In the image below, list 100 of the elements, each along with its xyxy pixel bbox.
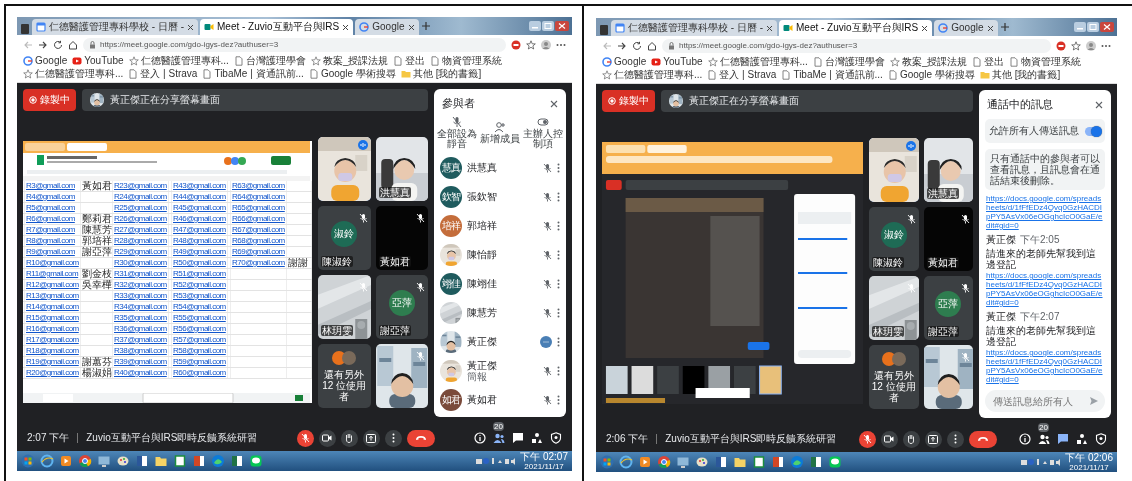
present-button[interactable] [924, 430, 942, 448]
window-controls-icon[interactable] [529, 20, 569, 32]
bookmark[interactable]: 物資管理系統 [430, 55, 503, 67]
camera-button[interactable] [880, 430, 898, 448]
monitor-icon[interactable] [97, 454, 111, 468]
side-panel-button[interactable] [512, 432, 524, 444]
close-icon[interactable] [407, 23, 415, 31]
bookmark[interactable]: YouTube [651, 56, 703, 68]
mic-button[interactable] [296, 429, 314, 447]
bookmark[interactable]: 仁德醫護管理專科... [23, 68, 124, 80]
paint-palette-icon[interactable] [695, 455, 709, 469]
more-icon[interactable] [556, 42, 566, 47]
new-tab-icon[interactable] [999, 21, 1010, 33]
more-icon[interactable] [557, 394, 560, 405]
side-panel-button[interactable] [1019, 433, 1031, 445]
raise-hand-button[interactable] [902, 430, 920, 448]
bookmark[interactable]: 登入 | Strava [128, 68, 198, 80]
close-icon[interactable] [921, 24, 929, 32]
bookmark[interactable]: TibaMe | 資通訊前... [781, 69, 883, 81]
side-panel-button[interactable] [1095, 433, 1107, 445]
browser-tab[interactable]: Meet - Zuvio互動平台與IRS [200, 19, 354, 35]
action-button[interactable]: 新增成員 [479, 121, 521, 144]
bookmark[interactable]: 登出 [972, 56, 1005, 68]
home-icon[interactable] [68, 39, 78, 50]
more-icon[interactable] [557, 220, 560, 231]
more-icon[interactable] [557, 191, 560, 202]
bookmark[interactable]: 台灣護理學會 [812, 56, 885, 68]
bookmark[interactable]: Google [23, 55, 68, 67]
browser-tab[interactable]: Meet - Zuvio互動平台與IRS [779, 20, 933, 36]
reload-icon[interactable] [632, 40, 642, 51]
mic-button[interactable] [858, 430, 876, 448]
home-icon[interactable] [647, 40, 657, 51]
side-panel-button[interactable] [531, 432, 543, 444]
profile-icon[interactable] [1086, 40, 1096, 51]
bookmark[interactable]: YouTube [72, 55, 124, 67]
bookmark[interactable]: 仁德醫護管理專科... [602, 69, 703, 81]
chrome-icon[interactable] [78, 454, 92, 468]
window-controls-icon[interactable] [1074, 21, 1114, 33]
browser-tab[interactable]: 仁德醫護管理專科學校 - 日曆 - [611, 20, 777, 36]
close-icon[interactable] [550, 99, 558, 108]
paint-palette-icon[interactable] [116, 454, 130, 468]
more-icon[interactable] [557, 249, 560, 260]
camera-button[interactable] [318, 429, 336, 447]
new-tab-icon[interactable] [420, 20, 431, 32]
browser-tab[interactable]: Google [355, 19, 419, 35]
chat-bubble-icon[interactable] [249, 454, 263, 468]
bookmark[interactable]: 教案_授課法規 [310, 55, 389, 67]
spreadsheet-icon[interactable] [809, 455, 823, 469]
more-icon[interactable] [557, 365, 560, 376]
more-icon[interactable] [557, 336, 560, 347]
tab-menu-icon[interactable] [599, 24, 609, 36]
reload-icon[interactable] [53, 39, 63, 50]
profile-icon[interactable] [541, 39, 551, 50]
forward-icon[interactable] [617, 40, 627, 51]
browser-tab[interactable]: 仁德醫護管理專科學校 - 日曆 - [32, 19, 198, 35]
more-icon[interactable] [557, 278, 560, 289]
address-field[interactable]: https://meet.google.com/gdo-igys-dez?authuser=3 [662, 38, 1051, 53]
recording-button[interactable]: 錄製中 [23, 89, 76, 111]
present-button[interactable] [362, 429, 380, 447]
message-field[interactable]: 傳送訊息給所有人 [985, 390, 1105, 412]
more-icon[interactable] [1101, 43, 1111, 48]
word-document-icon[interactable] [135, 454, 149, 468]
address-field[interactable]: https://meet.google.com/gdo-igys-dez?authuser=3 [83, 37, 506, 52]
bookmark[interactable]: Google 學術搜尋 [887, 69, 975, 81]
chrome-icon[interactable] [657, 455, 671, 469]
close-icon[interactable] [766, 24, 773, 32]
folder-icon[interactable] [733, 455, 747, 469]
bookmark[interactable]: 仁德醫護管理專科... [707, 56, 808, 68]
bookmark[interactable]: 其他 [我的書籤] [979, 69, 1061, 81]
close-icon[interactable] [986, 24, 994, 32]
word-document-icon[interactable] [714, 455, 728, 469]
bookmark[interactable]: TibaMe | 資通訊前... [202, 68, 304, 80]
slides-icon[interactable] [192, 454, 206, 468]
spreadsheet-icon[interactable] [230, 454, 244, 468]
bookmark[interactable]: Google 學術搜尋 [308, 68, 396, 80]
more-icon[interactable] [557, 307, 560, 318]
action-button[interactable]: 主辦人控制項 [521, 116, 564, 149]
edge-icon[interactable] [790, 455, 804, 469]
bookmark[interactable]: 登入 | Strava [707, 69, 777, 81]
globe-icon[interactable] [40, 454, 54, 468]
bookmark[interactable]: Google [602, 56, 647, 68]
folder-icon[interactable] [154, 454, 168, 468]
close-icon[interactable] [1095, 100, 1103, 109]
message-link[interactable]: https://docs.google.com/spreadsheets/d/1fFfEDz4Qvq0GzHACDIpPY5AsVx06eOGghcIcO0GaE/edit#gid=0 [986, 271, 1104, 307]
slides-icon[interactable] [771, 455, 785, 469]
chat-bubble-icon[interactable] [828, 455, 842, 469]
bookmark[interactable]: 其他 [我的書籤] [400, 68, 482, 80]
close-icon[interactable] [187, 23, 194, 31]
end-call-button[interactable] [968, 430, 997, 448]
globe-icon[interactable] [619, 455, 633, 469]
bookmark[interactable]: 仁德醫護管理專科... [128, 55, 229, 67]
monitor-icon[interactable] [676, 455, 690, 469]
close-icon[interactable] [342, 23, 350, 31]
side-panel-button[interactable] [1076, 433, 1088, 445]
square-icon[interactable] [173, 454, 187, 468]
bookmark[interactable]: 物資管理系統 [1009, 56, 1082, 68]
message-link[interactable]: https://docs.google.com/spreadsheets/d/1fFfEDz4Qvq0GzHACDIpPY5AsVx06eOGghcIcO0GaE/edit#gid=0 [986, 194, 1104, 230]
action-button[interactable]: 全部設為靜音 [436, 116, 479, 149]
recording-button[interactable]: 錄製中 [602, 90, 655, 112]
media-player-icon[interactable] [59, 454, 73, 468]
